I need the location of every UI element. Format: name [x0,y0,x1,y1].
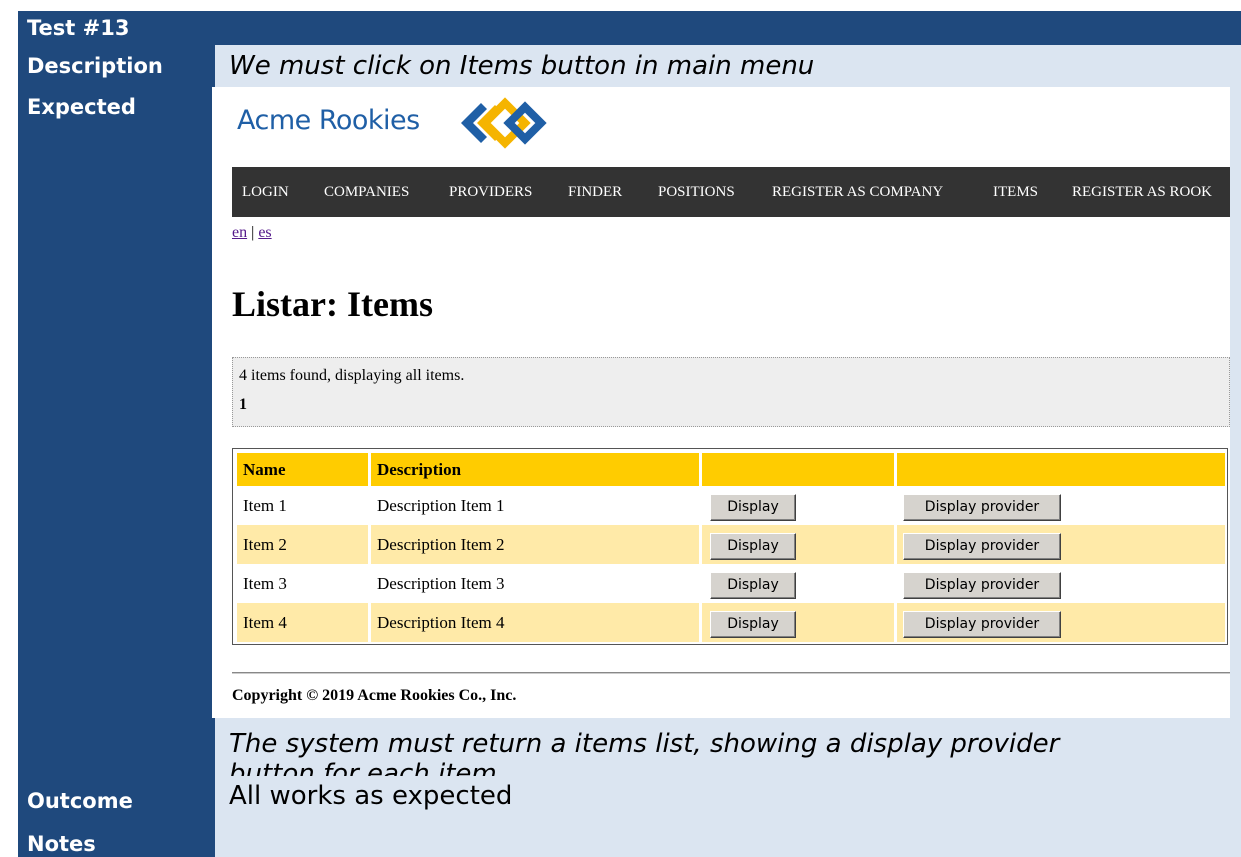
item-description: Description Item 4 [371,603,702,642]
display-provider-button[interactable]: Display provider [903,611,1061,638]
display-cell: Display [702,525,897,564]
description-row: Description We must click on Items butto… [18,45,1241,87]
item-name: Item 3 [237,564,371,603]
header-provider [897,453,1225,486]
notes-label: Notes [18,821,215,857]
table-row: Item 3 Description Item 3 Display Displa… [237,564,1225,603]
item-name: Item 2 [237,525,371,564]
main-menu: LOGIN COMPANIES PROVIDERS FINDER POSITIO… [232,167,1230,217]
lang-es-link[interactable]: es [258,224,271,241]
table-header-row: Name Description [237,453,1225,486]
provider-cell: Display provider [897,486,1225,525]
expected-text-line-1: The system must return a items list, sho… [229,729,1060,759]
header-description[interactable]: Description [371,453,702,486]
table-row: Item 1 Description Item 1 Display Displa… [237,486,1225,525]
test-title: Test #13 [18,11,318,45]
menu-positions[interactable]: POSITIONS [658,184,735,201]
item-name: Item 1 [237,486,371,525]
display-button[interactable]: Display [710,533,796,560]
outcome-value: All works as expected [215,776,1241,821]
item-description: Description Item 3 [371,564,702,603]
page-number[interactable]: 1 [239,396,247,414]
menu-login[interactable]: LOGIN [242,184,289,201]
notes-value [215,821,1241,857]
expected-label: Expected [18,87,215,776]
menu-companies[interactable]: COMPANIES [324,184,409,201]
logo-text: Acme Rookies [237,105,420,136]
description-label: Description [18,45,215,87]
lang-en-link[interactable]: en [232,224,247,241]
display-provider-button[interactable]: Display provider [903,533,1061,560]
item-description: Description Item 1 [371,486,702,525]
table-row: Item 4 Description Item 4 Display Displa… [237,603,1225,642]
provider-cell: Display provider [897,525,1225,564]
menu-register-company[interactable]: REGISTER AS COMPANY [772,184,943,201]
display-cell: Display [702,564,897,603]
notes-row: Notes [18,821,1241,857]
header-display [702,453,897,486]
header-name[interactable]: Name [237,453,371,486]
language-switcher: en | es [232,224,272,242]
display-provider-button[interactable]: Display provider [903,572,1061,599]
display-button[interactable]: Display [710,572,796,599]
items-found-text: 4 items found, displaying all items. [239,367,465,384]
pagination-banner: 4 items found, displaying all items. 1 [232,357,1230,427]
lang-separator: | [251,224,255,241]
menu-items[interactable]: ITEMS [993,184,1038,201]
display-cell: Display [702,486,897,525]
title-row: Test #13 [18,11,1241,45]
outcome-row: Outcome All works as expected [18,776,1241,821]
table-row: Item 2 Description Item 2 Display Displa… [237,525,1225,564]
copyright-text: Copyright © 2019 Acme Rookies Co., Inc. [232,687,517,704]
page-title: Listar: Items [232,284,433,324]
description-value: We must click on Items button in main me… [215,45,1241,87]
items-table: Name Description Item 1 Description Item… [232,448,1228,645]
menu-finder[interactable]: FINDER [568,184,622,201]
display-button[interactable]: Display [710,494,796,521]
display-provider-button[interactable]: Display provider [903,494,1061,521]
menu-register-rookie[interactable]: REGISTER AS ROOK [1072,184,1212,201]
provider-cell: Display provider [897,603,1225,642]
display-button[interactable]: Display [710,611,796,638]
outcome-label: Outcome [18,776,215,821]
logo-diamonds-icon [461,97,547,149]
menu-providers[interactable]: PROVIDERS [449,184,532,201]
item-description: Description Item 2 [371,525,702,564]
display-cell: Display [702,603,897,642]
item-name: Item 4 [237,603,371,642]
provider-cell: Display provider [897,564,1225,603]
footer-divider [232,672,1230,674]
expected-screenshot: Acme Rookies LOGIN COMPANIES PROVIDERS F… [212,87,1230,718]
